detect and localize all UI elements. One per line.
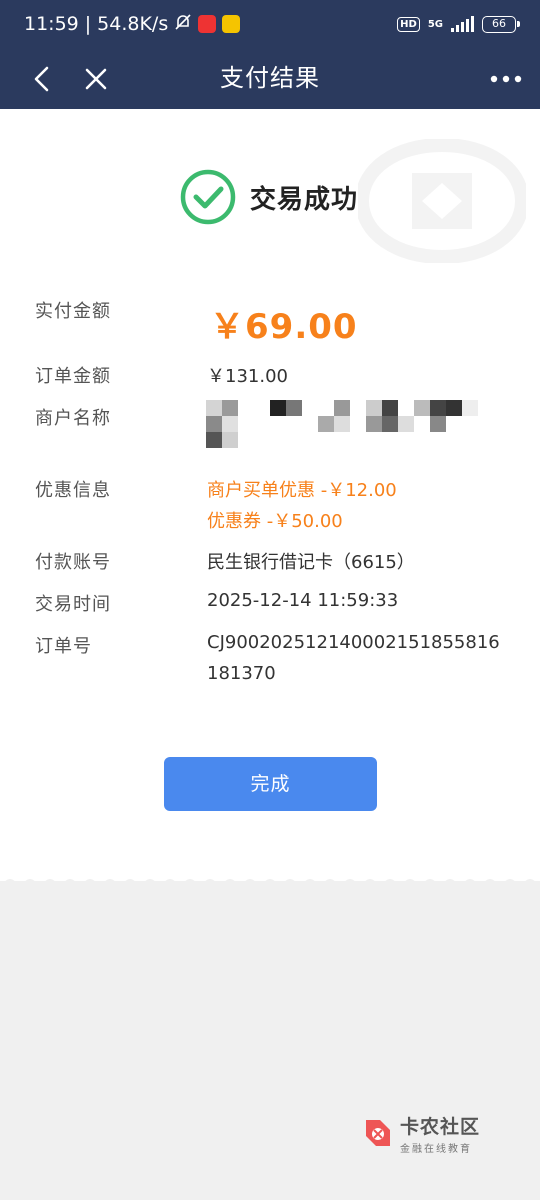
- payment-result-card: 交易成功 实付金额 ￥69.00 订单金额 ￥131.00 商户名称 优惠信息 …: [0, 109, 540, 881]
- discount-merchant: 商户买单优惠 -￥12.00: [207, 480, 397, 501]
- payment-account-label: 付款账号: [35, 552, 111, 573]
- signal-icon: [451, 16, 474, 32]
- mute-bell-icon: [174, 13, 192, 36]
- discount-info-label: 优惠信息: [35, 480, 111, 501]
- page-title: 支付结果: [220, 64, 320, 92]
- status-time: 11:59: [24, 13, 79, 35]
- copy-app-icon: [222, 15, 241, 33]
- status-bar: 11:59 | 54.8K/s HD 5G 66: [0, 0, 540, 48]
- network-type: 5G: [427, 18, 443, 30]
- order-number-label: 订单号: [35, 636, 92, 657]
- footer-watermark: 卡农社区 金融在线教育: [360, 1112, 480, 1155]
- order-amount-label: 订单金额: [35, 366, 111, 387]
- receipt-scallop-edge: [0, 873, 540, 889]
- nav-bar: 支付结果: [0, 48, 540, 109]
- paid-amount-value: ￥69.00: [210, 307, 358, 347]
- order-number-value: CJ900202512140002151855816181370: [207, 632, 500, 684]
- battery-icon: 66: [482, 15, 520, 33]
- transaction-time-label: 交易时间: [35, 594, 111, 615]
- merchant-name-pixelated: [206, 400, 486, 450]
- paid-amount-label: 实付金额: [35, 301, 111, 322]
- bank-logo-watermark: [358, 139, 526, 263]
- network-speed: 54.8K/s: [97, 13, 169, 35]
- brand-logo-icon: [366, 1119, 390, 1146]
- check-circle-icon: [180, 169, 236, 225]
- order-amount-value: ￥131.00: [207, 366, 288, 387]
- merchant-name-label: 商户名称: [35, 408, 111, 429]
- transaction-time-value: 2025-12-14 11:59:33: [207, 590, 399, 611]
- hd-badge: HD: [397, 16, 420, 32]
- more-icon: [490, 75, 522, 82]
- app-notification-icon: [198, 15, 217, 33]
- footer-brand: 卡农社区: [400, 1116, 481, 1138]
- status-separator: |: [84, 13, 92, 35]
- more-button[interactable]: [486, 48, 526, 109]
- payment-account-value: 民生银行借记卡（6615）: [207, 552, 415, 573]
- done-button[interactable]: 完成: [164, 757, 377, 811]
- discount-coupon: 优惠券 -￥50.00: [207, 511, 343, 532]
- footer-tagline: 金融在线教育: [400, 1144, 472, 1155]
- result-status: 交易成功: [180, 169, 358, 225]
- status-text: 交易成功: [250, 184, 359, 215]
